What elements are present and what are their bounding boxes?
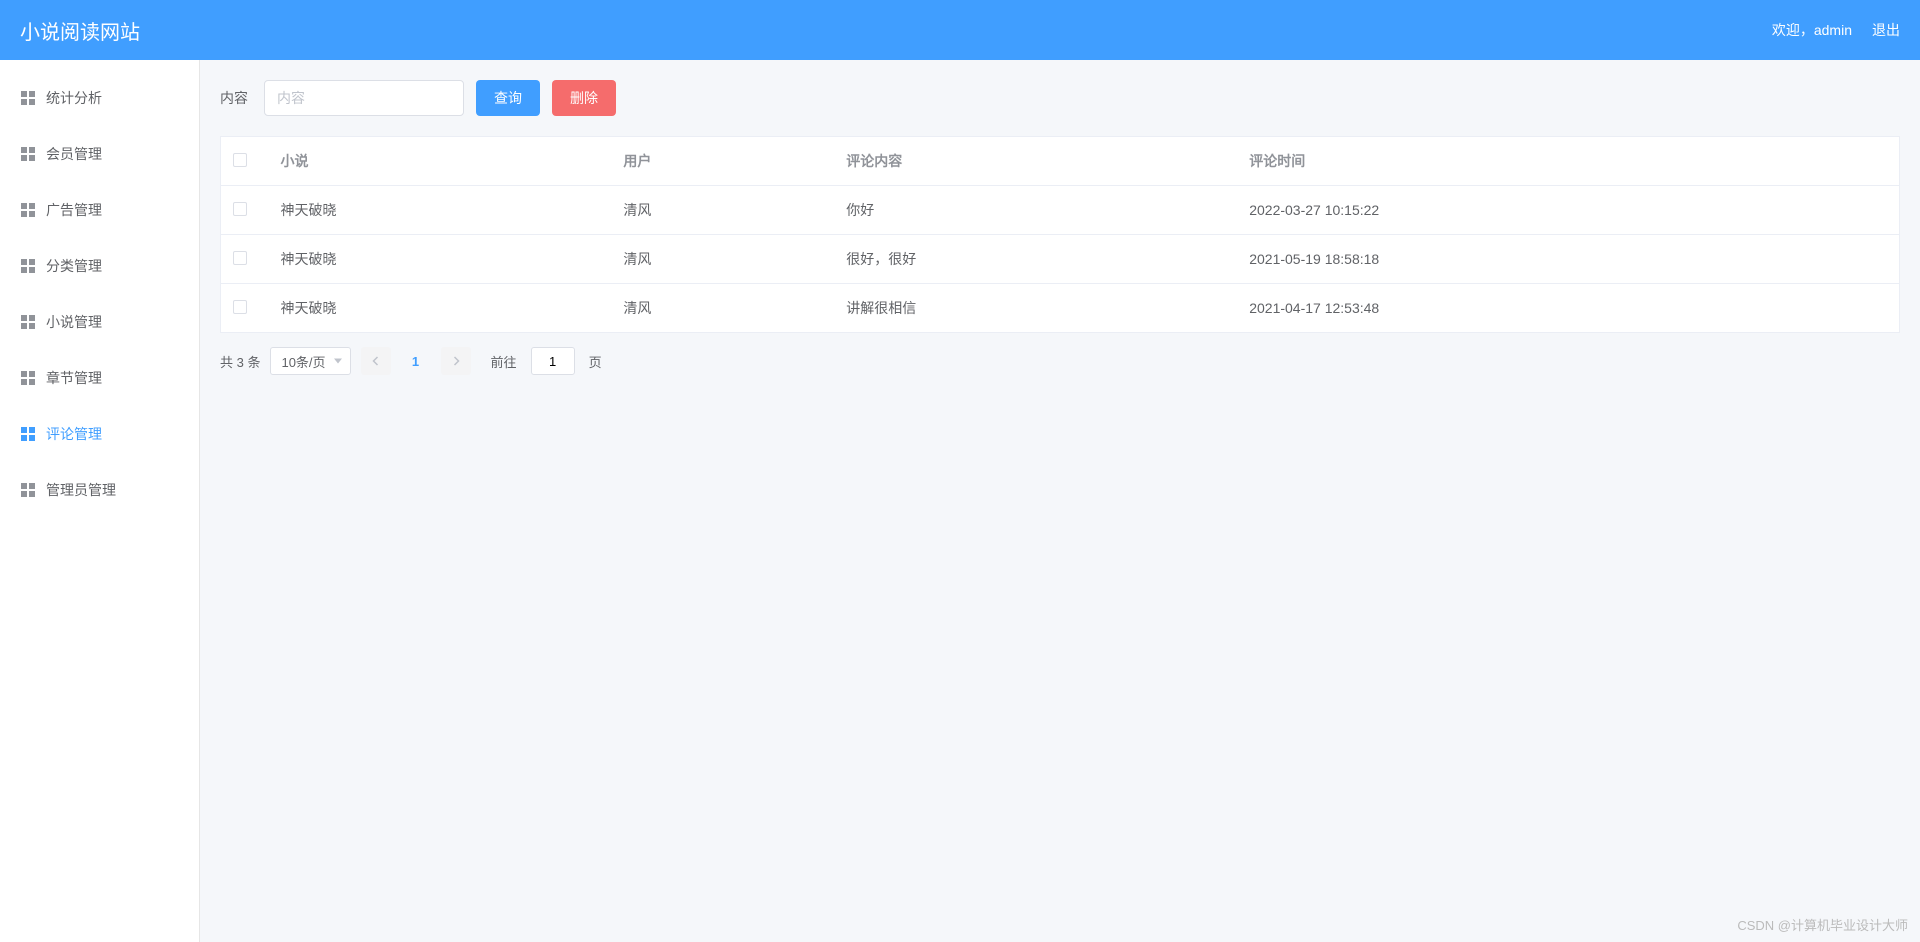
grid-icon [20,202,36,218]
cell-user: 清风 [611,186,834,235]
header-time: 评论时间 [1237,137,1899,186]
row-checkbox[interactable] [233,251,247,265]
site-title: 小说阅读网站 [20,16,140,45]
sidebar-item-6[interactable]: 评论管理 [0,406,199,462]
header-novel: 小说 [269,137,612,186]
search-button[interactable]: 查询 [476,80,540,116]
grid-icon [20,258,36,274]
main-content: 内容 查询 删除 小说 用户 评论内容 评论时间 神天破晓 清风 你好 [200,60,1920,942]
comments-table: 小说 用户 评论内容 评论时间 神天破晓 清风 你好 2022-03-27 10… [220,136,1900,333]
cell-novel: 神天破晓 [269,235,612,284]
row-checkbox-cell [221,235,269,284]
page-size-select[interactable]: 10条/页 [270,347,350,375]
chevron-left-icon [370,355,382,367]
chevron-right-icon [450,355,462,367]
jump-prefix: 前往 [491,352,517,371]
sidebar-item-label: 广告管理 [46,200,102,220]
watermark: CSDN @计算机毕业设计大师 [1737,915,1908,934]
grid-icon [20,146,36,162]
sidebar-item-5[interactable]: 章节管理 [0,350,199,406]
sidebar-item-label: 评论管理 [46,424,102,444]
cell-user: 清风 [611,284,834,333]
grid-icon [20,90,36,106]
jump-page-input[interactable] [531,347,575,375]
sidebar-item-1[interactable]: 会员管理 [0,126,199,182]
sidebar-item-3[interactable]: 分类管理 [0,238,199,294]
sidebar-item-7[interactable]: 管理员管理 [0,462,199,518]
next-page-button[interactable] [441,347,471,375]
grid-icon [20,370,36,386]
cell-novel: 神天破晓 [269,186,612,235]
header: 小说阅读网站 欢迎，admin 退出 [0,0,1920,60]
row-checkbox[interactable] [233,300,247,314]
sidebar-item-label: 统计分析 [46,88,102,108]
sidebar-item-4[interactable]: 小说管理 [0,294,199,350]
table-row: 神天破晓 清风 你好 2022-03-27 10:15:22 [221,186,1900,235]
cell-content: 很好，很好 [834,235,1237,284]
cell-novel: 神天破晓 [269,284,612,333]
total-count: 共 3 条 [220,352,260,371]
sidebar: 统计分析会员管理广告管理分类管理小说管理章节管理评论管理管理员管理 [0,60,200,942]
row-checkbox-cell [221,186,269,235]
content-input[interactable] [264,80,464,116]
table-row: 神天破晓 清风 很好，很好 2021-05-19 18:58:18 [221,235,1900,284]
sidebar-item-label: 章节管理 [46,368,102,388]
grid-icon [20,482,36,498]
cell-content: 讲解很相信 [834,284,1237,333]
toolbar: 内容 查询 删除 [220,80,1900,116]
logout-link[interactable]: 退出 [1872,20,1900,40]
sidebar-item-0[interactable]: 统计分析 [0,70,199,126]
sidebar-item-label: 会员管理 [46,144,102,164]
cell-user: 清风 [611,235,834,284]
delete-button[interactable]: 删除 [552,80,616,116]
header-user: 用户 [611,137,834,186]
sidebar-item-label: 管理员管理 [46,480,116,500]
cell-time: 2021-05-19 18:58:18 [1237,235,1899,284]
sidebar-item-2[interactable]: 广告管理 [0,182,199,238]
select-all-checkbox[interactable] [233,153,247,167]
pagination: 共 3 条 10条/页 1 前往 页 [220,347,1900,375]
sidebar-item-label: 分类管理 [46,256,102,276]
content-label: 内容 [220,88,248,108]
grid-icon [20,314,36,330]
grid-icon [20,426,36,442]
page-number[interactable]: 1 [401,347,431,375]
table-row: 神天破晓 清风 讲解很相信 2021-04-17 12:53:48 [221,284,1900,333]
cell-time: 2021-04-17 12:53:48 [1237,284,1899,333]
table-header-row: 小说 用户 评论内容 评论时间 [221,137,1900,186]
sidebar-item-label: 小说管理 [46,312,102,332]
header-content: 评论内容 [834,137,1237,186]
row-checkbox[interactable] [233,202,247,216]
cell-time: 2022-03-27 10:15:22 [1237,186,1899,235]
row-checkbox-cell [221,284,269,333]
cell-content: 你好 [834,186,1237,235]
jump-suffix: 页 [589,352,602,371]
header-right: 欢迎，admin 退出 [1772,20,1900,40]
header-checkbox-cell [221,137,269,186]
welcome-text: 欢迎，admin [1772,20,1852,40]
prev-page-button[interactable] [361,347,391,375]
